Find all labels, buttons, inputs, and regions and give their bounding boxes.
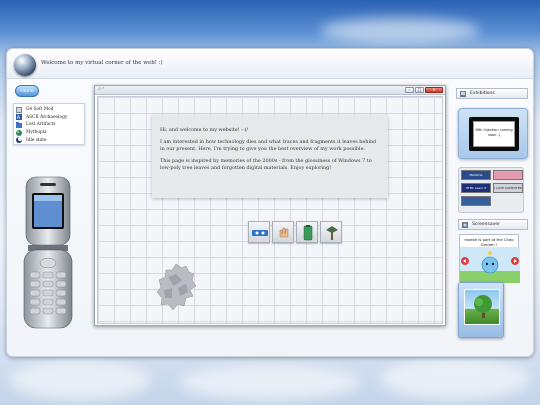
nav-item-label: G4 Soft Mod: [26, 107, 54, 113]
intro-paragraph: This page is inspired by memories of the…: [160, 158, 372, 171]
exhibit-screen: Milk Injection coming soon :): [469, 117, 519, 151]
tree-icon: [326, 226, 338, 240]
screensaver-label: Screensaver: [472, 222, 500, 227]
badge-panel: MASUDA ROMANTIC HTML Learn It Today I LO…: [458, 167, 524, 213]
cloud: [380, 358, 530, 400]
exhibit-preview[interactable]: Milk Injection coming soon :): [458, 108, 528, 159]
orb-logo-icon[interactable]: [14, 54, 36, 76]
cloud: [320, 18, 480, 43]
nav-item-lost-artifacts[interactable]: Lost Artifacts: [16, 121, 82, 129]
main-window: ♪◦° – □ × Hi, and welcome to my website!…: [94, 85, 446, 326]
globe-icon: [16, 129, 22, 136]
moon-icon: [16, 137, 22, 144]
exhibitions-button[interactable]: Exhibitions: [456, 88, 528, 99]
top-bar: Welcome to my virtual corner of the web!…: [7, 49, 533, 79]
nav-item-idle-state[interactable]: Idle state: [16, 136, 82, 144]
chao-garden-widget[interactable]: moeke is part of the Chao Garden !: [459, 234, 520, 283]
flip-phone-image[interactable]: [22, 175, 74, 330]
window-title: ♪◦°: [98, 87, 105, 91]
photo-frame-widget[interactable]: [458, 282, 504, 338]
nav-item-label: ASCII Archaeology: [26, 114, 68, 120]
tree-photo-image: [464, 289, 500, 325]
nav-item-g4-soft-mod[interactable]: G4 Soft Mod: [16, 106, 82, 114]
cassette-icon: [252, 230, 268, 236]
cloud: [180, 365, 360, 400]
exhibitions-label: Exhibitions: [470, 91, 495, 96]
app-tile[interactable]: [320, 221, 342, 243]
right-sidebar: Exhibitions: [456, 88, 528, 99]
badge-1[interactable]: MASUDA ROMANTIC: [461, 170, 491, 186]
nav-item-ascii-archaeology[interactable]: A ASCII Archaeology: [16, 114, 82, 122]
ascii-icon: A: [16, 114, 22, 121]
nav-list: G4 Soft Mod A ASCII Archaeology Lost Art…: [13, 103, 85, 145]
nav-item-mythopia[interactable]: Mythopia: [16, 129, 82, 137]
cloud: [10, 360, 150, 400]
lowpoly-tree-image: [156, 263, 197, 311]
exhibit-note: Milk Injection coming soon :): [473, 121, 515, 147]
hand-icon: [279, 227, 289, 238]
minimize-button[interactable]: –: [405, 87, 414, 93]
chao-creature-icon: [460, 247, 520, 283]
nav-item-label: Mythopia: [26, 130, 47, 136]
badge-3[interactable]: HTML Learn It Today: [461, 183, 491, 199]
intro-paragraph: I am interested in how technology dies a…: [160, 139, 377, 152]
window-titlebar[interactable]: ♪◦° – □ ×: [95, 86, 445, 95]
app-icon-row: [248, 221, 342, 243]
svg-text:A: A: [17, 115, 21, 120]
chao-text: moeke is part of the Chao Garden !: [464, 237, 514, 247]
tree-icon: [474, 295, 492, 318]
exhibitions-icon: [460, 90, 466, 97]
folder-icon: [16, 121, 22, 128]
screensaver-button[interactable]: Screensaver: [458, 219, 528, 230]
maximize-button[interactable]: □: [415, 87, 424, 93]
nav-item-label: Idle state: [26, 137, 47, 143]
intro-greeting: Hi, and welcome to my website! :-)/: [160, 127, 249, 133]
app-tile[interactable]: [272, 221, 294, 243]
screensaver-icon: [462, 221, 468, 228]
grid-canvas: Hi, and welcome to my website! :-)/ I am…: [97, 96, 443, 324]
app-tile[interactable]: [296, 221, 318, 243]
screensaver-section: Screensaver: [458, 219, 528, 230]
close-button[interactable]: ×: [425, 87, 443, 93]
badge-4[interactable]: I LOVE COMPUTER: [493, 183, 523, 193]
wrench-icon: [16, 106, 22, 113]
nav-item-label: Lost Artifacts: [26, 122, 56, 128]
home-button[interactable]: Home: [15, 85, 39, 97]
welcome-text: Welcome to my virtual corner of the web!…: [41, 60, 163, 66]
welcome-message-box: Hi, and welcome to my website! :-)/ I am…: [152, 115, 388, 198]
app-tile[interactable]: [248, 221, 270, 243]
badge-2[interactable]: [493, 170, 523, 180]
battery-icon: [303, 225, 313, 241]
badge-5[interactable]: [461, 196, 491, 206]
